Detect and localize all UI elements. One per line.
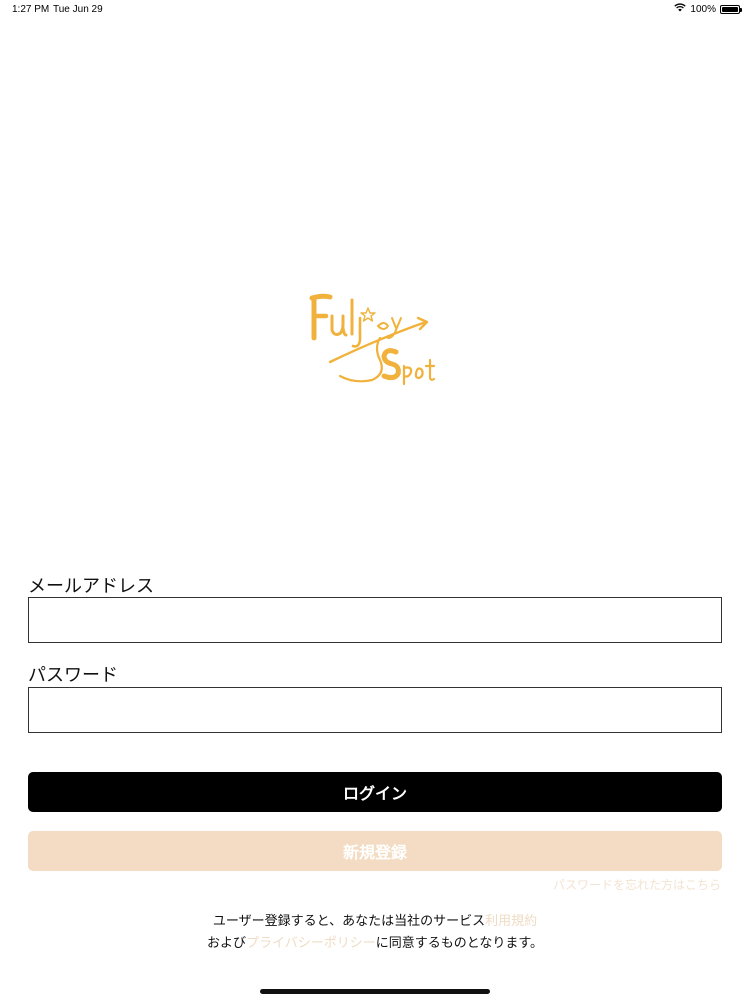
forgot-password-link[interactable]: パスワードを忘れた方はこちら [553,876,721,893]
status-date: Tue Jun 29 [53,4,103,15]
terms-line-2: およびプライバシーポリシーに同意するものとなります。 [0,932,750,951]
password-input[interactable] [28,687,722,733]
status-bar: 1:27 PM Tue Jun 29 100% [0,0,750,18]
privacy-prefix: および [206,936,246,951]
login-screen: 1:27 PM Tue Jun 29 100% メールアドレス パスワード ログ… [0,0,750,1000]
login-button[interactable]: ログイン [28,772,722,812]
wifi-icon [674,3,687,15]
email-label: メールアドレス [28,576,154,597]
terms-of-service-link[interactable]: 利用規約 [485,914,537,929]
battery-icon [720,4,742,14]
terms-prefix: ユーザー登録すると、あなたは当社のサービス [212,914,486,929]
status-time: 1:27 PM [12,4,50,15]
status-right: 100% [674,3,742,15]
privacy-policy-link[interactable]: プライバシーポリシー [246,936,376,951]
register-button[interactable]: 新規登録 [28,831,722,871]
privacy-suffix: に同意するものとなります。 [375,936,544,951]
email-input[interactable] [28,597,722,643]
home-indicator[interactable] [260,989,490,994]
app-logo [300,288,450,398]
password-label: パスワード [28,665,118,686]
terms-line-1: ユーザー登録すると、あなたは当社のサービス利用規約 [0,910,750,929]
battery-percent: 100% [690,3,716,15]
